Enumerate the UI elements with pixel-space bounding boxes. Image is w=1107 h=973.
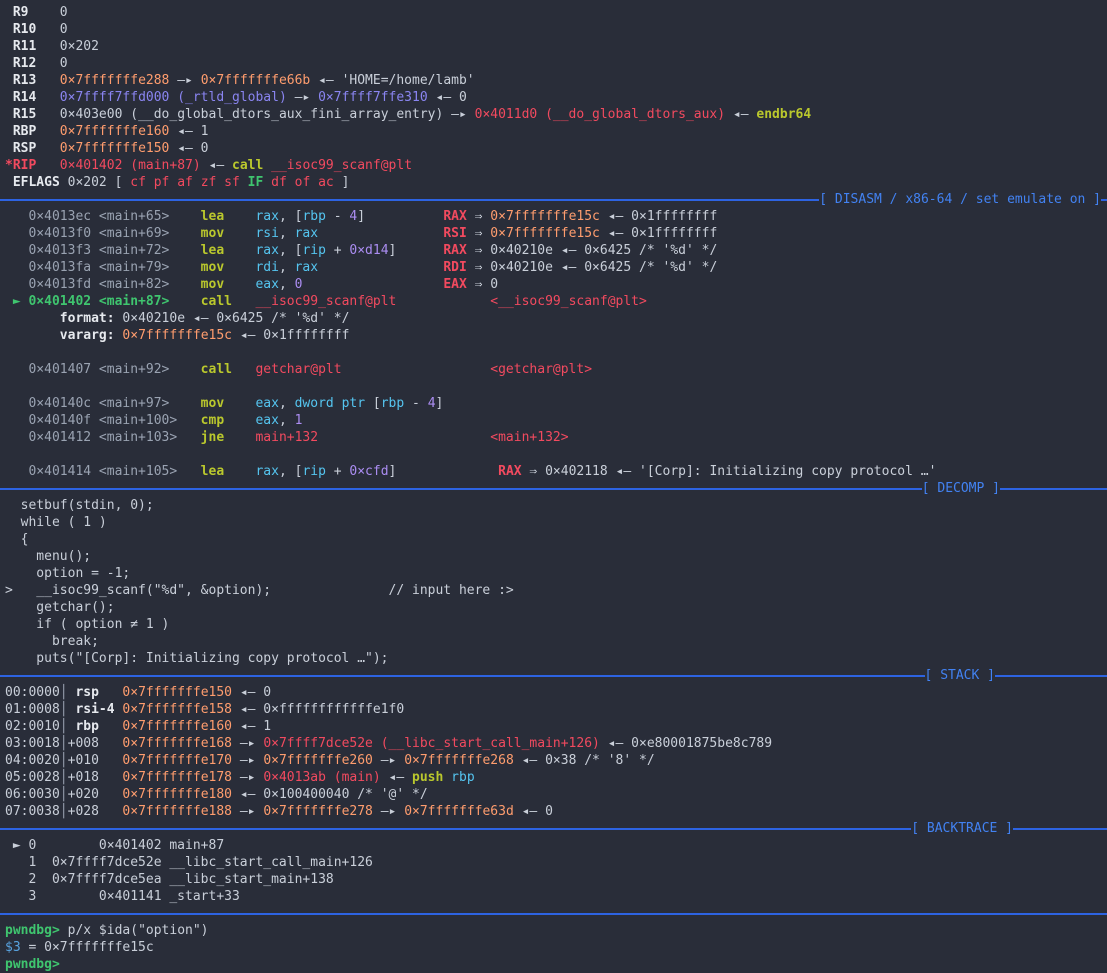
separator-line [0, 675, 925, 677]
register-row-r9: R9 0 [5, 4, 1107, 21]
stack-row-04: 04:0020│+010 0×7fffffffe170 —▸ 0×7ffffff… [5, 752, 1107, 769]
separator-line [1101, 199, 1107, 201]
stack-row-02: 02:0010│ rbp 0×7fffffffe160 ◂— 1 [5, 718, 1107, 735]
gdb-command-history: pwndbg> p/x $ida("option") [5, 922, 1107, 939]
separator-line [995, 675, 1107, 677]
stack-row-03: 03:0018│+008 0×7fffffffe168 —▸ 0×7ffff7d… [5, 735, 1107, 752]
decomp-line-menu: menu(); [5, 548, 1107, 565]
backtrace-frame-1: 1 0×7ffff7dce52e __libc_start_call_main+… [5, 854, 1107, 871]
disasm-annotation-format: format: 0×40210e ◂— 0×6425 /* '%d' */ [5, 310, 1107, 327]
register-row-rbp: RBP 0×7fffffffe160 ◂— 1 [5, 123, 1107, 140]
backtrace-frame-3: 3 0×401141 _start+33 [5, 888, 1107, 905]
register-row-r11: R11 0×202 [5, 38, 1107, 55]
disasm-row-main79: 0×4013fa <main+79> mov rdi, rax RDI ⇒ 0×… [5, 259, 1107, 276]
disasm-row-main69: 0×4013f0 <main+69> mov rsi, rax RSI ⇒ 0×… [5, 225, 1107, 242]
prompt-separator [0, 905, 1107, 922]
register-row-r10: R10 0 [5, 21, 1107, 38]
disasm-row-main87-current: ► 0×401402 <main+87> call __isoc99_scanf… [5, 293, 1107, 310]
disasm-row-main65: 0×4013ec <main+65> lea rax, [rbp - 4] RA… [5, 208, 1107, 225]
gdb-command-result: $3 = 0×7fffffffe15c [5, 939, 1107, 956]
disasm-row-main103: 0×401412 <main+103> jne main+132 <main+1… [5, 429, 1107, 446]
blank-line [5, 378, 1107, 395]
gdb-prompt[interactable]: pwndbg> [5, 956, 1107, 973]
stack-separator: [ STACK ] [0, 667, 1107, 684]
register-row-r12: R12 0 [5, 55, 1107, 72]
disasm-annotation-vararg: vararg: 0×7fffffffe15c ◂— 0×1ffffffff [5, 327, 1107, 344]
backtrace-separator: [ BACKTRACE ] [0, 820, 1107, 837]
decomp-separator-title: [ DECOMP ] [922, 480, 1000, 497]
separator-line [0, 488, 922, 490]
separator-line [0, 913, 1107, 915]
backtrace-frame-0: ► 0 0×401402 main+87 [5, 837, 1107, 854]
decomp-line-while: while ( 1 ) [5, 514, 1107, 531]
stack-row-01: 01:0008│ rsi-4 0×7fffffffe158 ◂— 0×fffff… [5, 701, 1107, 718]
disasm-row-main82: 0×4013fd <main+82> mov eax, 0 EAX ⇒ 0 [5, 276, 1107, 293]
decomp-line-open-brace: { [5, 531, 1107, 548]
decomp-line-break: break; [5, 633, 1107, 650]
register-row-rsp: RSP 0×7fffffffe150 ◂— 0 [5, 140, 1107, 157]
stack-row-05: 05:0028│+018 0×7fffffffe178 —▸ 0×4013ab … [5, 769, 1107, 786]
terminal[interactable]: R9 0 R10 0 R11 0×202 R12 0 R13 0×7ffffff… [0, 0, 1107, 973]
disasm-row-main92: 0×401407 <main+92> call getchar@plt <get… [5, 361, 1107, 378]
separator-line [1013, 828, 1107, 830]
stack-row-00: 00:0000│ rsp 0×7fffffffe150 ◂— 0 [5, 684, 1107, 701]
decomp-line-if: if ( option ≠ 1 ) [5, 616, 1107, 633]
separator-line [1000, 488, 1107, 490]
stack-row-06: 06:0030│+020 0×7fffffffe180 ◂— 0×1004000… [5, 786, 1107, 803]
backtrace-frame-2: 2 0×7ffff7dce5ea __libc_start_main+138 [5, 871, 1107, 888]
register-row-r14: R14 0×7ffff7ffd000 (_rtld_global) —▸ 0×7… [5, 89, 1107, 106]
disasm-separator: [ DISASM / x86-64 / set emulate on ] [0, 191, 1107, 208]
decomp-line-puts: puts("[Corp]: Initializing copy protocol… [5, 650, 1107, 667]
decomp-line-option: option = -1; [5, 565, 1107, 582]
blank-line [5, 446, 1107, 463]
disasm-separator-title: [ DISASM / x86-64 / set emulate on ] [819, 191, 1101, 208]
blank-line [5, 344, 1107, 361]
decomp-line-scanf-current: > __isoc99_scanf("%d", &option); // inpu… [5, 582, 1107, 599]
stack-separator-title: [ STACK ] [925, 667, 995, 684]
register-row-rip: *RIP 0×401402 (main+87) ◂— call __isoc99… [5, 157, 1107, 174]
disasm-row-main97: 0×40140c <main+97> mov eax, dword ptr [r… [5, 395, 1107, 412]
disasm-row-main105: 0×401414 <main+105> lea rax, [rip + 0×cf… [5, 463, 1107, 480]
register-row-r15: R15 0×403e00 (__do_global_dtors_aux_fini… [5, 106, 1107, 123]
decomp-line-setbuf: setbuf(stdin, 0); [5, 497, 1107, 514]
stack-row-07: 07:0038│+028 0×7fffffffe188 —▸ 0×7ffffff… [5, 803, 1107, 820]
register-row-eflags: EFLAGS 0×202 [ cf pf af zf sf IF df of a… [5, 174, 1107, 191]
register-row-r13: R13 0×7fffffffe288 —▸ 0×7fffffffe66b ◂— … [5, 72, 1107, 89]
decomp-line-getchar: getchar(); [5, 599, 1107, 616]
disasm-row-main72: 0×4013f3 <main+72> lea rax, [rip + 0×d14… [5, 242, 1107, 259]
decomp-separator: [ DECOMP ] [0, 480, 1107, 497]
separator-line [0, 828, 911, 830]
backtrace-separator-title: [ BACKTRACE ] [911, 820, 1013, 837]
disasm-row-main100: 0×40140f <main+100> cmp eax, 1 [5, 412, 1107, 429]
separator-line [0, 199, 819, 201]
